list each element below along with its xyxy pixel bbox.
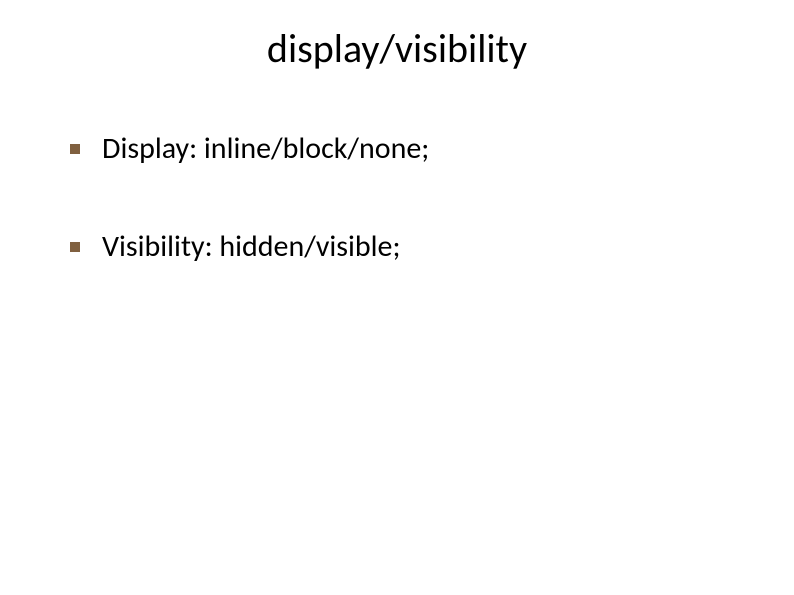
list-item-text: Display: inline/block/none; bbox=[102, 130, 429, 168]
slide-title: display/visibility bbox=[0, 24, 794, 73]
list-item: Visibility: hidden/visible; bbox=[70, 228, 724, 266]
list-item-text: Visibility: hidden/visible; bbox=[102, 228, 400, 266]
slide: display/visibility Display: inline/block… bbox=[0, 0, 794, 595]
bullet-icon bbox=[70, 242, 80, 252]
bullet-icon bbox=[70, 144, 80, 154]
list-item: Display: inline/block/none; bbox=[70, 130, 724, 168]
slide-body: Display: inline/block/none; Visibility: … bbox=[70, 130, 724, 325]
